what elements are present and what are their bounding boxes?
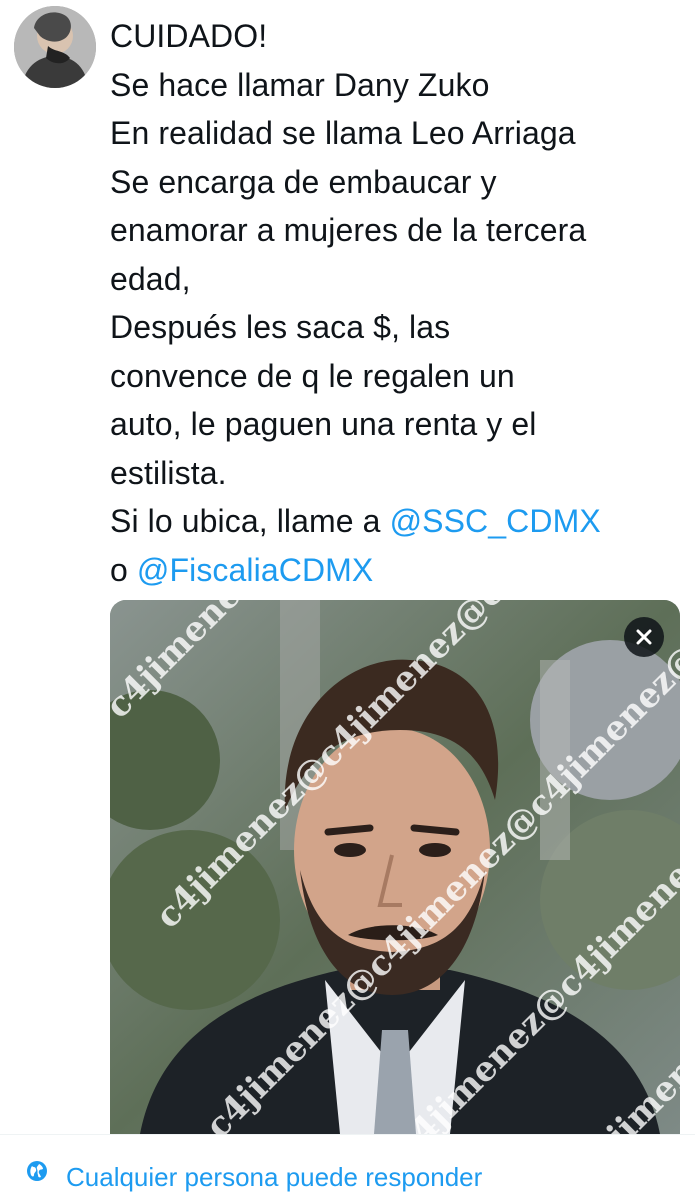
tweet-media[interactable]: c4jimenez@c4jimenez@c4jimenez@c4jimenez@… xyxy=(110,600,680,1134)
tweet-line: Se encarga de embaucar y xyxy=(110,163,497,200)
tweet-line: auto, le paguen una renta y el xyxy=(110,406,537,442)
tweet-line-contact-2: o @FiscaliaCDMX xyxy=(110,546,690,595)
contact-prefix-2: o xyxy=(110,551,137,588)
tweet-line: estilista. xyxy=(110,454,227,491)
reply-permission-label[interactable]: Cualquier persona puede responder xyxy=(66,1160,482,1194)
tweet-line: convence de q le regalen un xyxy=(110,357,515,394)
tweet-line-contact: Si lo ubica, llame a @SSC_CDMX xyxy=(110,497,690,546)
mention-fiscalia-cdmx[interactable]: @FiscaliaCDMX xyxy=(137,552,373,588)
tweet-line: Se hace llamar Dany Zuko xyxy=(110,66,490,103)
close-icon xyxy=(636,629,652,645)
tweet-line: CUIDADO! xyxy=(110,18,268,54)
tweet-line: En realidad se llama Leo Arriaga xyxy=(110,115,576,151)
mention-ssc-cdmx[interactable]: @SSC_CDMX xyxy=(390,503,601,539)
avatar-image xyxy=(14,6,96,88)
contact-prefix: Si lo ubica, llame a xyxy=(110,503,390,539)
globe-icon xyxy=(27,1161,47,1181)
tweet-line: edad, xyxy=(110,260,191,297)
close-button[interactable] xyxy=(624,617,664,657)
tweet-line: Después les saca $, las xyxy=(110,309,451,345)
avatar[interactable] xyxy=(14,6,96,88)
tweet-line: enamorar a mujeres de la tercera xyxy=(110,212,587,248)
media-photo: c4jimenez@c4jimenez@c4jimenez@c4jimenez@… xyxy=(110,600,680,1134)
tweet-text: CUIDADO! Se hace llamar Dany Zuko En rea… xyxy=(110,12,690,594)
